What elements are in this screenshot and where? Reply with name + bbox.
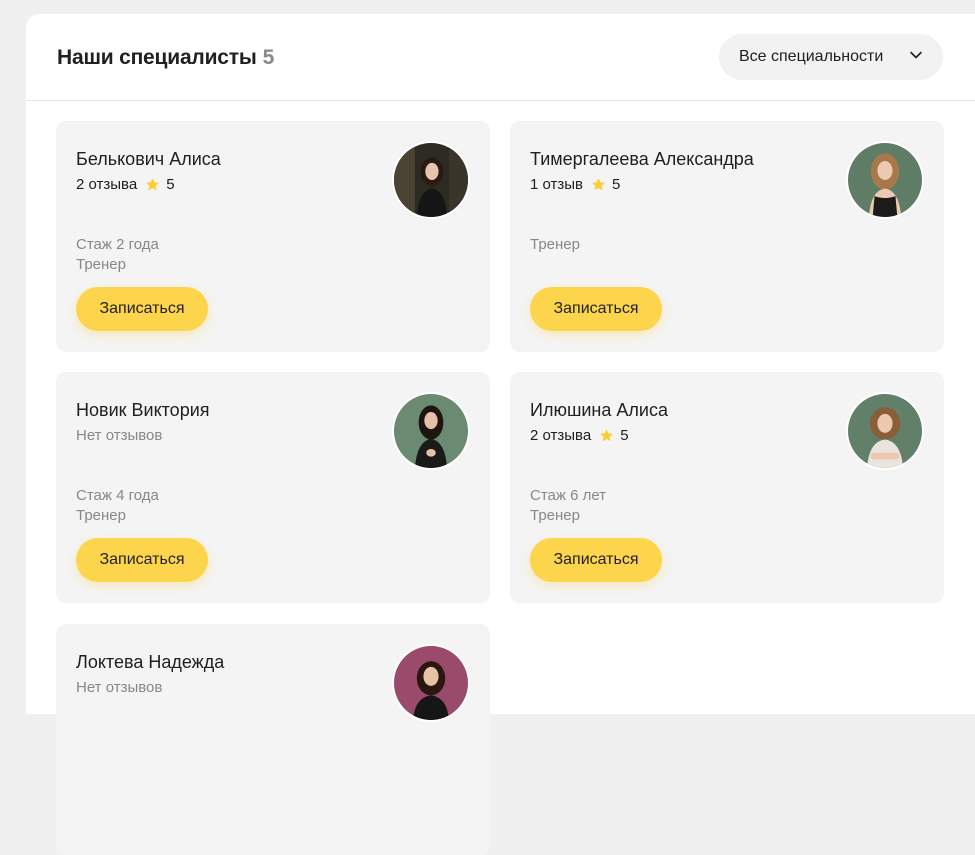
specialist-meta: Стаж 2 года Тренер bbox=[76, 235, 159, 275]
specialist-role: Тренер bbox=[76, 507, 126, 524]
star-icon bbox=[591, 177, 606, 192]
specialist-card[interactable]: Локтева Надежда Нет отзывов bbox=[56, 624, 490, 855]
specialist-name[interactable]: Новик Виктория bbox=[76, 400, 210, 421]
specialists-panel: Наши специалисты 5 Все специальности Бель… bbox=[26, 14, 975, 855]
specialist-meta: Стаж 6 лет Тренер bbox=[530, 486, 606, 526]
book-button[interactable]: Записаться bbox=[76, 287, 208, 331]
reviews-count: 2 отзыва bbox=[530, 427, 592, 444]
avatar[interactable] bbox=[392, 644, 470, 722]
book-button[interactable]: Записаться bbox=[530, 538, 662, 582]
avatar[interactable] bbox=[846, 392, 924, 470]
specialist-name[interactable]: Тимергалеева Александра bbox=[530, 149, 754, 170]
star-icon bbox=[145, 177, 160, 192]
specialist-name[interactable]: Локтева Надежда bbox=[76, 652, 224, 673]
specialist-experience: Стаж 2 года bbox=[76, 236, 159, 253]
specialist-role: Тренер bbox=[76, 256, 126, 273]
rating-value: 5 bbox=[620, 427, 629, 444]
specialist-role: Тренер bbox=[530, 507, 580, 524]
specialist-card[interactable]: Илюшина Алиса 2 отзыва 5 Стаж 6 лет Трен… bbox=[510, 372, 944, 603]
specialist-reviews: Нет отзывов bbox=[76, 679, 162, 696]
specialist-card[interactable]: Новик Виктория Нет отзывов Стаж 4 года Т… bbox=[56, 372, 490, 603]
specialist-reviews: 2 отзыва 5 bbox=[530, 427, 629, 444]
specialist-experience: Стаж 4 года bbox=[76, 487, 159, 504]
specialist-experience: Стаж 6 лет bbox=[530, 487, 607, 504]
specialists-count: 5 bbox=[262, 46, 275, 69]
specialist-card[interactable]: Белькович Алиса 2 отзыва 5 Стаж 2 года Т… bbox=[56, 121, 490, 352]
specialist-name[interactable]: Белькович Алиса bbox=[76, 149, 221, 170]
book-button[interactable]: Записаться bbox=[76, 538, 208, 582]
rating-value: 5 bbox=[612, 176, 621, 193]
avatar[interactable] bbox=[392, 392, 470, 470]
reviews-count: Нет отзывов bbox=[76, 679, 163, 696]
star-icon bbox=[599, 428, 614, 443]
specialist-card[interactable]: Тимергалеева Александра 1 отзыв 5 Тренер… bbox=[510, 121, 944, 352]
page-title: Наши специалисты 5 bbox=[57, 46, 274, 70]
specialist-reviews: 2 отзыва 5 bbox=[76, 176, 175, 193]
specialist-meta: Тренер bbox=[530, 235, 580, 255]
avatar[interactable] bbox=[392, 141, 470, 219]
specialty-filter-dropdown[interactable]: Все специальности bbox=[719, 34, 943, 80]
specialist-reviews: Нет отзывов bbox=[76, 427, 162, 444]
reviews-count: 1 отзыв bbox=[530, 176, 584, 193]
specialist-role: Тренер bbox=[530, 236, 580, 253]
specialty-filter-label: Все специальности bbox=[739, 48, 884, 65]
rating-value: 5 bbox=[166, 176, 175, 193]
avatar[interactable] bbox=[846, 141, 924, 219]
specialist-reviews: 1 отзыв 5 bbox=[530, 176, 620, 193]
reviews-count: 2 отзыва bbox=[76, 176, 138, 193]
specialist-meta: Стаж 4 года Тренер bbox=[76, 486, 159, 526]
chevron-down-icon bbox=[909, 48, 923, 67]
specialists-header: Наши специалисты 5 Все специальности bbox=[26, 14, 975, 101]
title-text: Наши специалисты bbox=[57, 46, 257, 69]
specialist-name[interactable]: Илюшина Алиса bbox=[530, 400, 668, 421]
reviews-count: Нет отзывов bbox=[76, 427, 163, 444]
book-button[interactable]: Записаться bbox=[530, 287, 662, 331]
